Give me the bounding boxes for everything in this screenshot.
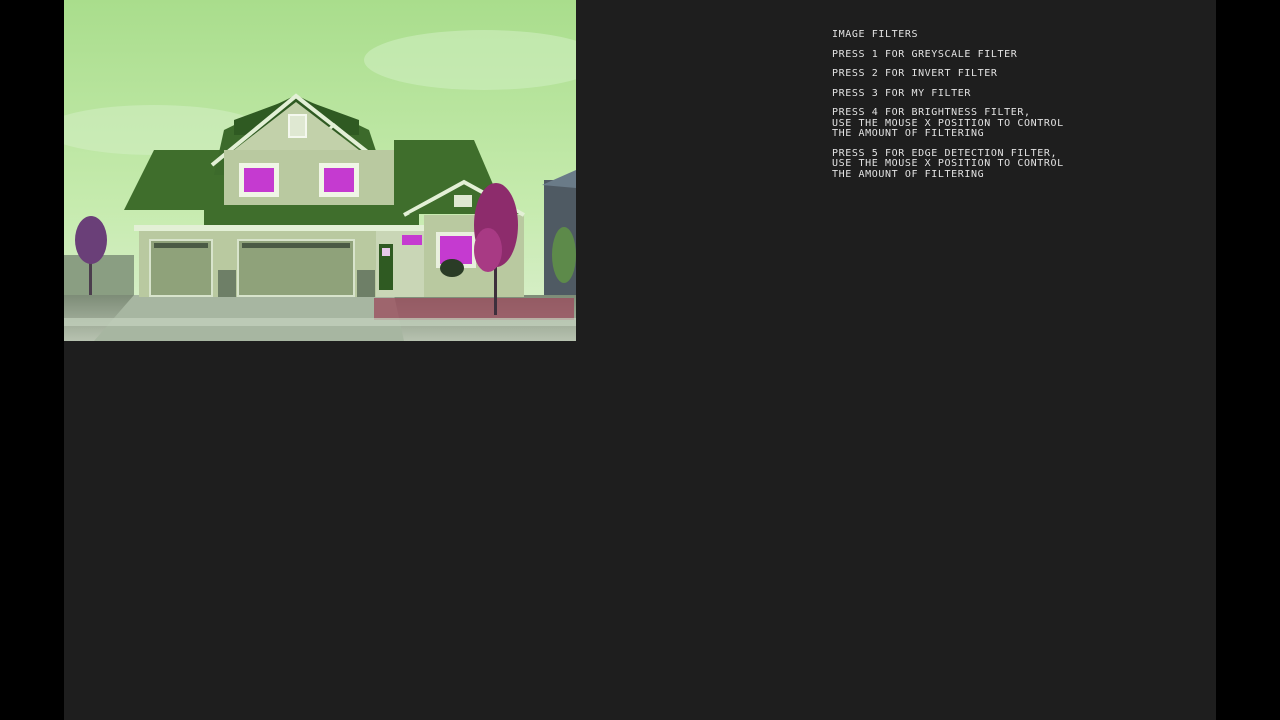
instruction-my-filter: PRESS 3 FOR MY FILTER xyxy=(832,87,1192,100)
instruction-edge-detection: PRESS 5 FOR EDGE DETECTION FILTER, USE T… xyxy=(832,148,1192,181)
instruction-invert: PRESS 2 FOR INVERT FILTER xyxy=(832,68,1192,80)
instruction-line: PRESS 2 FOR INVERT FILTER xyxy=(832,68,998,79)
instruction-line: PRESS 3 FOR MY FILTER xyxy=(832,87,972,99)
filter-instructions: IMAGE FILTERS PRESS 1 FOR GREYSCALE FILT… xyxy=(832,29,1192,189)
sketch-canvas[interactable]: IMAGE FILTERS PRESS 1 FOR GREYSCALE FILT… xyxy=(64,0,1216,720)
instruction-line: THE AMOUNT OF FILTERING xyxy=(832,128,985,139)
instruction-line: PRESS 1 FOR GREYSCALE FILTER xyxy=(832,48,1018,60)
instruction-line: USE THE MOUSE X POSITION TO CONTROL xyxy=(832,158,1064,169)
instruction-line: THE AMOUNT OF FILTERING xyxy=(832,168,985,180)
instruction-greyscale: PRESS 1 FOR GREYSCALE FILTER xyxy=(832,48,1192,61)
instructions-title-text: IMAGE FILTERS xyxy=(832,29,919,40)
instruction-brightness: PRESS 4 FOR BRIGHTNESS FILTER, USE THE M… xyxy=(832,107,1192,140)
instructions-title: IMAGE FILTERS xyxy=(832,29,1192,41)
instruction-line: PRESS 4 FOR BRIGHTNESS FILTER, xyxy=(832,107,1031,118)
filtered-house-image xyxy=(64,0,576,341)
